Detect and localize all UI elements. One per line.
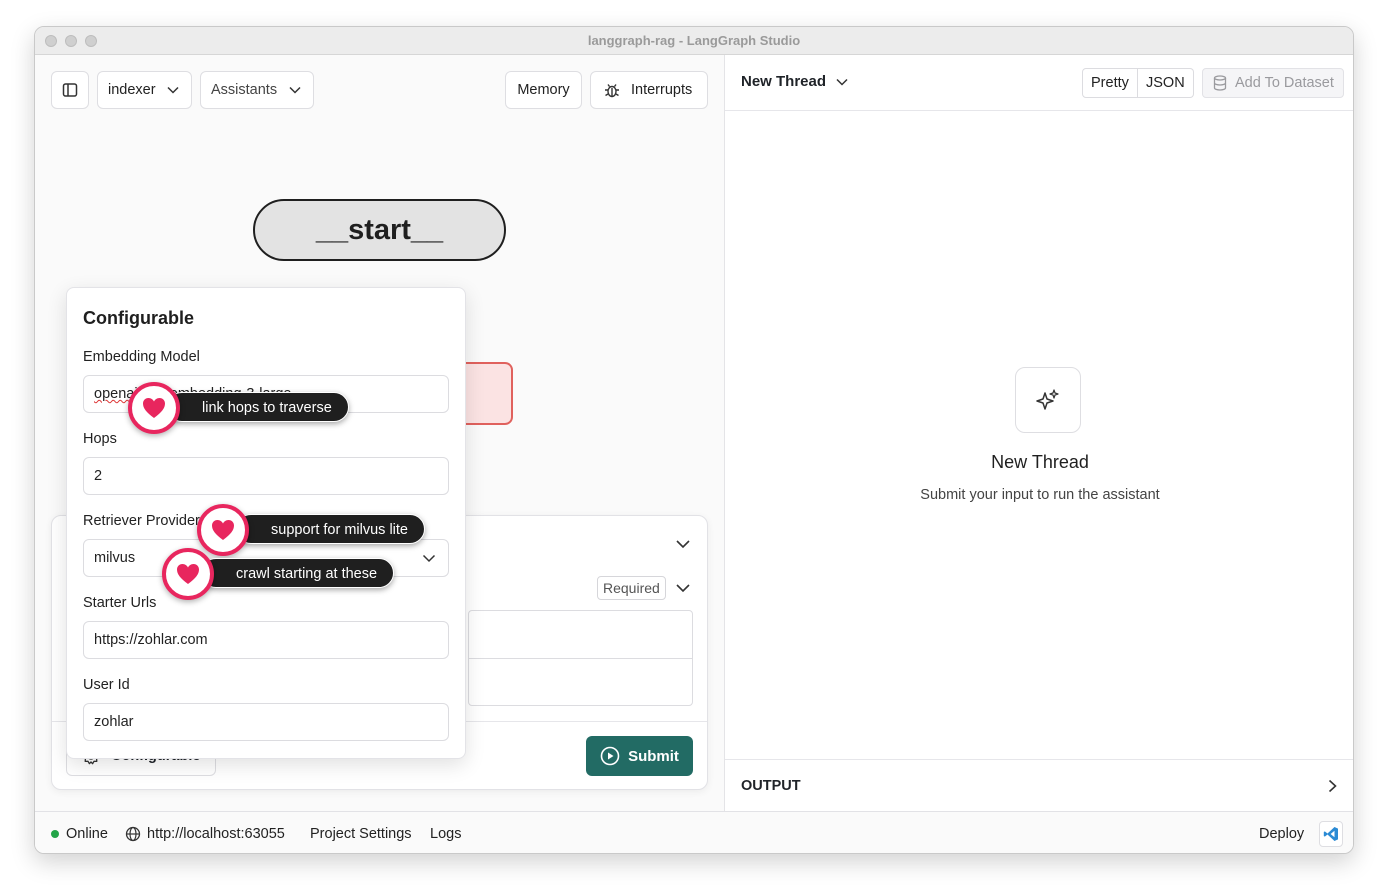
output-label: OUTPUT (741, 777, 801, 794)
logs-link[interactable]: Logs (430, 826, 461, 842)
chevron-right-icon (1328, 779, 1337, 793)
retriever-provider-value: milvus (94, 550, 136, 566)
hops-value: 2 (94, 468, 103, 484)
chevron-down-icon (167, 86, 179, 94)
thread-pane: New Thread Pretty JSON Add To Dataset Ne… (724, 55, 1353, 811)
thread-select[interactable]: New Thread (741, 73, 848, 90)
status-bar: Online http://localhost:63055 Project Se… (35, 811, 1353, 853)
zoom-window-button[interactable] (85, 35, 97, 47)
thread-header: New Thread Pretty JSON Add To Dataset (725, 55, 1353, 111)
annotation-pill: link hops to traverse (167, 392, 349, 422)
annotation-pill: support for milvus lite (236, 514, 425, 544)
starter-urls-field[interactable]: https://zohlar.com (83, 621, 449, 659)
add-to-dataset-label: Add To Dataset (1235, 75, 1334, 91)
status-text: Online (66, 825, 108, 842)
heart-badge (162, 548, 214, 600)
interrupts-label: Interrupts (631, 82, 693, 98)
chevron-down-icon[interactable] (675, 539, 691, 549)
memory-button[interactable]: Memory (505, 71, 582, 109)
hops-label: Hops (83, 431, 117, 447)
project-settings-link[interactable]: Project Settings (310, 826, 412, 842)
add-to-dataset-button[interactable]: Add To Dataset (1202, 68, 1344, 98)
sidebar-icon (62, 83, 78, 97)
heart-badge (197, 504, 249, 556)
status-indicator (51, 830, 59, 838)
chevron-down-icon[interactable] (675, 583, 691, 593)
sparkles-icon (1036, 389, 1059, 410)
graph-node-start-label: __start__ (315, 214, 444, 246)
graph-pane: indexer Assistants Memory Interrupts __s… (35, 55, 724, 811)
vscode-button[interactable] (1319, 821, 1343, 847)
annotation-pill: crawl starting at these (201, 558, 395, 588)
assistants-label: Assistants (211, 82, 278, 98)
globe-icon (125, 826, 141, 842)
embedding-model-label: Embedding Model (83, 349, 200, 365)
close-window-button[interactable] (45, 35, 57, 47)
input-textarea[interactable] (468, 610, 693, 706)
popover-title: Configurable (83, 308, 194, 328)
bug-icon (605, 84, 619, 98)
starter-urls-label: Starter Urls (83, 595, 157, 611)
sparkles-tile (1015, 367, 1081, 433)
database-icon (1213, 75, 1227, 91)
textarea-divider (469, 658, 692, 659)
user-id-label: User Id (83, 677, 130, 693)
empty-state-title: New Thread (991, 452, 1089, 472)
assistants-select[interactable]: Assistants (200, 71, 314, 109)
output-section[interactable]: OUTPUT (725, 759, 1353, 811)
heart-icon (212, 520, 234, 540)
server-url-link[interactable]: http://localhost:63055 (147, 826, 285, 842)
title-bar: langgraph-rag - LangGraph Studio (35, 27, 1353, 55)
retriever-provider-label: Retriever Provider (83, 513, 200, 529)
graph-select-label: indexer (108, 82, 156, 98)
play-circle-icon (600, 746, 620, 766)
heart-icon (177, 564, 199, 584)
chevron-down-icon (422, 554, 436, 563)
hops-field[interactable]: 2 (83, 457, 449, 495)
interrupts-button[interactable]: Interrupts (590, 71, 708, 109)
pretty-view-button[interactable]: Pretty (1082, 68, 1138, 98)
submit-label: Submit (628, 747, 679, 765)
memory-label: Memory (517, 82, 570, 98)
user-id-field[interactable]: zohlar (83, 703, 449, 741)
graph-select[interactable]: indexer (97, 71, 192, 109)
heart-icon (143, 398, 165, 418)
graph-node-start[interactable]: __start__ (253, 199, 506, 261)
heart-badge (128, 382, 180, 434)
minimize-window-button[interactable] (65, 35, 77, 47)
required-badge: Required (597, 576, 666, 600)
json-view-button[interactable]: JSON (1138, 68, 1194, 98)
submit-button[interactable]: Submit (586, 736, 693, 776)
app-window: langgraph-rag - LangGraph Studio indexer… (34, 26, 1354, 854)
toggle-sidebar-button[interactable] (51, 71, 89, 109)
user-id-value: zohlar (94, 714, 134, 730)
thread-title: New Thread (741, 73, 827, 90)
empty-state-subtitle: Submit your input to run the assistant (920, 487, 1160, 503)
deploy-link[interactable]: Deploy (1259, 826, 1304, 842)
chevron-down-icon (289, 86, 301, 94)
chevron-down-icon (836, 78, 848, 86)
window-title: langgraph-rag - LangGraph Studio (587, 33, 801, 48)
vscode-icon (1323, 827, 1338, 841)
starter-urls-value: https://zohlar.com (94, 632, 208, 648)
